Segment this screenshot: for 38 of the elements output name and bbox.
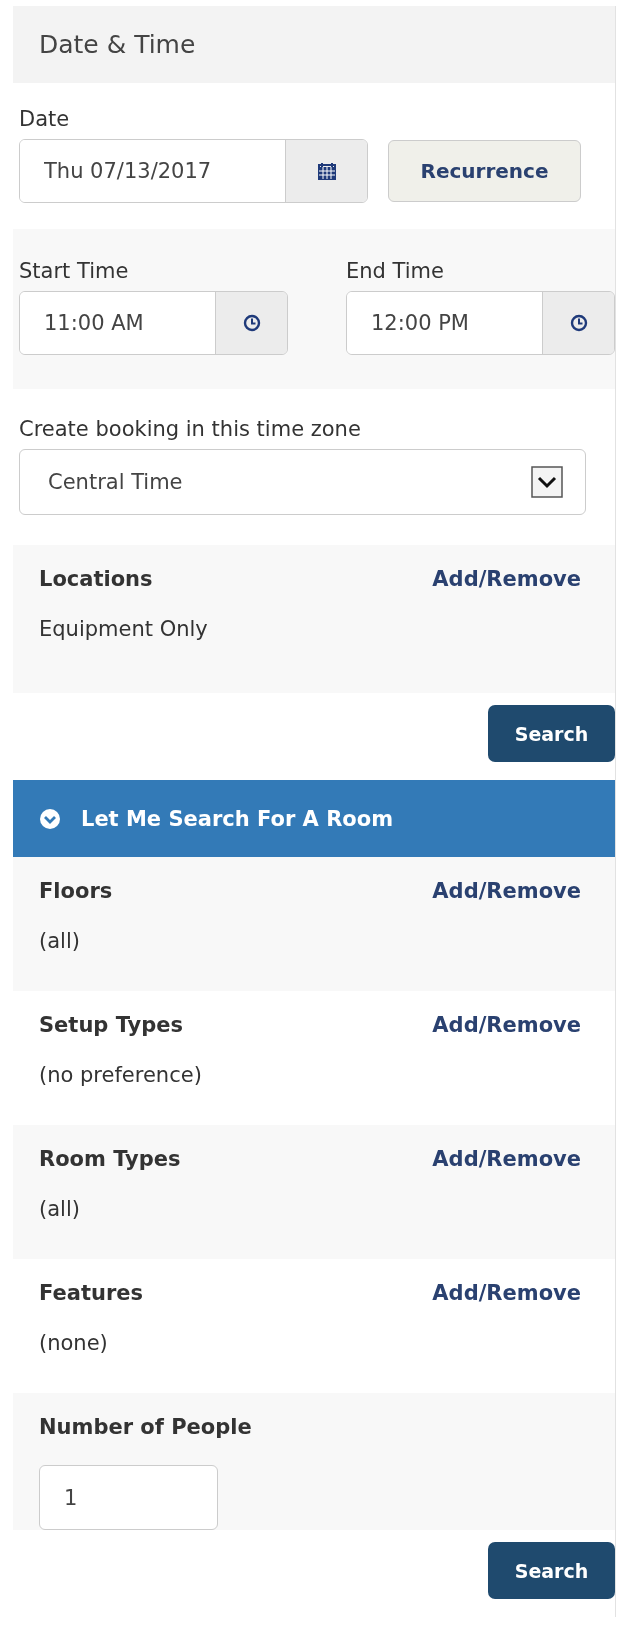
section-label: Features	[39, 1281, 143, 1305]
section-label: Room Types	[39, 1147, 181, 1171]
number-field[interactable]: 1	[39, 1465, 218, 1530]
section-label: Floors	[39, 879, 113, 903]
collapse-header[interactable]: Let Me Search For A Room	[13, 780, 615, 857]
section-label: Setup Types	[39, 1013, 183, 1037]
clock-icon	[569, 314, 588, 332]
chevron-circle-icon	[39, 807, 61, 830]
time-field[interactable]: 11:00 AM	[19, 291, 288, 355]
add-remove-link[interactable]: Add/Remove	[432, 879, 581, 903]
search-button[interactable]: Search	[488, 1542, 615, 1599]
field-label: Create booking in this time zone	[19, 417, 362, 441]
section-value: (none)	[39, 1331, 109, 1355]
section-value: Equipment Only	[39, 617, 209, 641]
add-remove-link[interactable]: Add/Remove	[432, 567, 581, 591]
section-value: (all)	[39, 929, 81, 953]
recurrence-button[interactable]: Recurrence	[388, 140, 581, 202]
calendar-icon	[316, 161, 337, 181]
field-label: Start Time	[19, 259, 130, 283]
clock-button[interactable]	[542, 292, 614, 354]
section-label: Locations	[39, 567, 153, 591]
clock-icon	[242, 314, 261, 332]
clock-button[interactable]	[215, 292, 287, 354]
add-remove-link[interactable]: Add/Remove	[432, 1147, 581, 1171]
field-label: Date	[19, 107, 71, 131]
section-label: Number of People	[39, 1415, 252, 1439]
section-title: Date & Time	[39, 30, 196, 59]
add-remove-link[interactable]: Add/Remove	[432, 1013, 581, 1037]
add-remove-link[interactable]: Add/Remove	[432, 1281, 581, 1305]
section-value: (no preference)	[39, 1063, 203, 1087]
time-field[interactable]: 12:00 PM	[346, 291, 615, 355]
section-value: (all)	[39, 1197, 81, 1221]
dropdown-icon	[531, 466, 563, 498]
search-button[interactable]: Search	[488, 705, 615, 762]
field-label: End Time	[346, 259, 445, 283]
calendar-button[interactable]	[285, 140, 367, 202]
time-zone-dropdown[interactable]: Central Time	[19, 449, 586, 515]
date-field[interactable]: Thu 07/13/2017	[19, 139, 368, 203]
